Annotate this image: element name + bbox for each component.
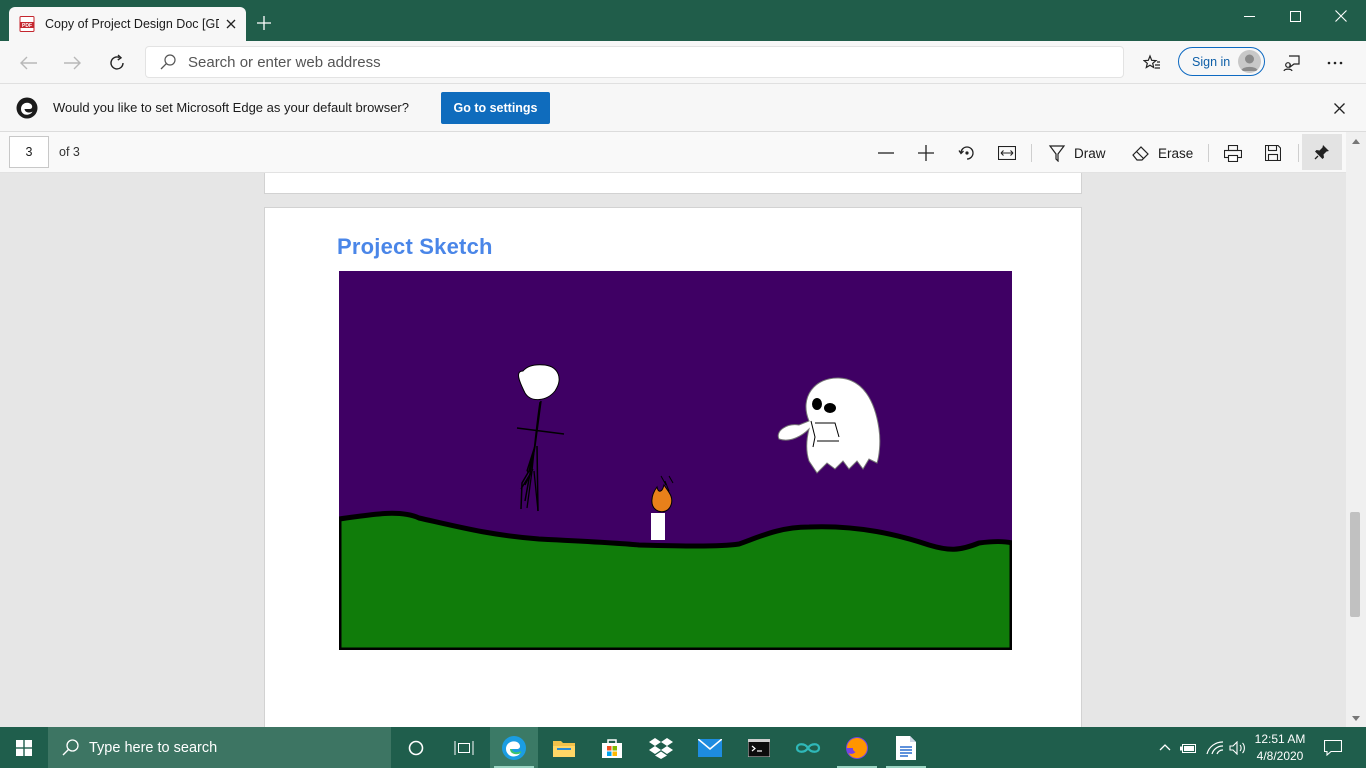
save-icon[interactable] [1262,140,1284,166]
draw-button[interactable]: Draw [1048,140,1110,166]
wifi-icon[interactable] [1204,727,1226,768]
taskbar: Type here to search 12:51 AM 4/8/2020 [0,727,1366,768]
vertical-scrollbar[interactable] [1346,132,1366,727]
avatar [1238,50,1261,73]
navigation-toolbar: Sign in [0,41,1366,84]
cortana-icon[interactable] [392,727,440,768]
draw-icon [1048,145,1066,162]
svg-text:PDF: PDF [22,23,32,29]
print-icon[interactable] [1222,140,1244,166]
erase-button[interactable]: Erase [1132,140,1194,166]
new-tab-icon[interactable] [254,13,274,33]
taskbar-search-placeholder: Type here to search [89,739,218,756]
document-icon[interactable] [882,727,930,768]
pdf-viewer[interactable]: Project Sketch [0,173,1346,727]
go-to-settings-button[interactable]: Go to settings [441,92,550,124]
page-number-input[interactable]: 3 [9,136,49,168]
title-bar: PDF Copy of Project Design Doc [GDC [0,0,1366,41]
draw-label: Draw [1074,145,1106,161]
address-input[interactable] [188,53,1088,71]
sign-in-button[interactable]: Sign in [1178,47,1265,76]
minimize-icon[interactable] [1226,0,1272,32]
zoom-in-icon[interactable] [916,140,936,166]
arduino-icon[interactable] [784,727,832,768]
clock-date: 4/8/2020 [1256,749,1304,763]
dropbox-icon[interactable] [637,727,685,768]
taskbar-clock[interactable]: 12:51 AM 4/8/2020 [1248,731,1312,765]
page-title: Project Sketch [337,234,493,259]
windows-start-icon[interactable] [0,727,48,768]
edge-icon[interactable] [490,727,538,768]
battery-icon[interactable] [1178,727,1200,768]
zoom-out-icon[interactable] [876,140,896,166]
close-icon[interactable] [1328,97,1350,119]
pin-toolbar-icon[interactable] [1302,134,1342,170]
pdf-page: Project Sketch [264,207,1082,727]
edge-logo-icon [16,97,38,119]
clock-time: 12:51 AM [1254,732,1306,746]
terminal-icon[interactable] [735,727,783,768]
favorites-icon[interactable] [1138,49,1166,77]
volume-icon[interactable] [1227,727,1249,768]
previous-page [264,173,1082,194]
forward-arrow-icon[interactable] [58,49,86,77]
project-sketch-image [339,271,1012,650]
toolbar-divider [1298,144,1299,162]
refresh-icon[interactable] [103,49,131,77]
eraser-icon [1132,146,1149,161]
tab-close-icon[interactable] [222,15,240,33]
pdf-toolbar: 3 of 3 Draw Erase [0,132,1366,173]
search-icon [160,54,176,70]
show-hidden-icons-icon[interactable] [1156,727,1174,768]
feedback-icon[interactable] [1278,49,1306,77]
erase-label: Erase [1158,145,1194,161]
task-view-icon[interactable] [440,727,488,768]
search-icon [62,739,79,756]
mail-icon[interactable] [686,727,734,768]
maximize-icon[interactable] [1272,0,1318,32]
file-explorer-icon[interactable] [540,727,588,768]
default-browser-infobar: Would you like to set Microsoft Edge as … [0,84,1366,132]
browser-tab[interactable]: PDF Copy of Project Design Doc [GDC [9,7,246,41]
back-arrow-icon[interactable] [15,49,43,77]
toolbar-divider [1031,144,1032,162]
more-options-icon[interactable] [1321,49,1349,77]
sign-in-label: Sign in [1192,54,1231,69]
firefox-icon[interactable] [833,727,881,768]
notification-icon[interactable] [1318,727,1348,768]
page-count-label: of 3 [59,145,80,159]
address-bar[interactable] [145,46,1124,78]
taskbar-search[interactable]: Type here to search [48,727,391,768]
infobar-message: Would you like to set Microsoft Edge as … [53,100,409,115]
scroll-down-icon[interactable] [1352,716,1360,721]
pdf-icon: PDF [19,16,35,32]
store-icon[interactable] [588,727,636,768]
tab-title: Copy of Project Design Doc [GDC [45,17,219,31]
scroll-up-icon[interactable] [1352,139,1360,144]
scrollbar-thumb[interactable] [1350,512,1360,617]
rotate-icon[interactable] [956,140,978,166]
toolbar-divider [1208,144,1209,162]
fit-to-page-icon[interactable] [996,140,1018,166]
close-window-icon[interactable] [1318,0,1364,32]
